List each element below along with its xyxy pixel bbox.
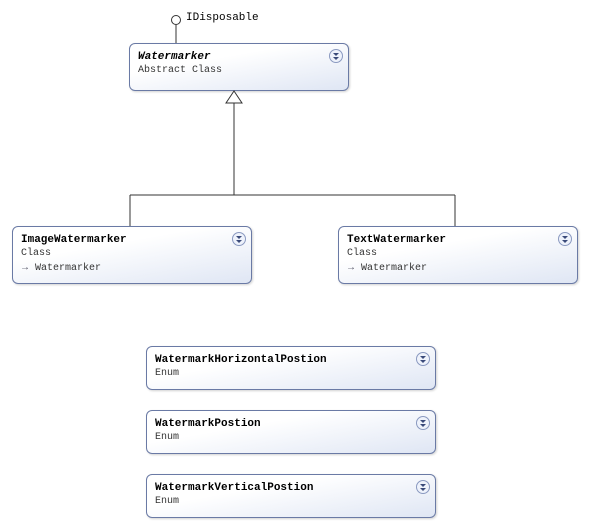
- class-stereotype: Class: [347, 247, 569, 260]
- expand-icon[interactable]: [558, 232, 572, 246]
- enum-box-vertical[interactable]: WatermarkVerticalPostion Enum: [146, 474, 436, 518]
- enum-title: WatermarkVerticalPostion: [155, 481, 427, 495]
- class-base-name: Watermarker: [361, 263, 427, 274]
- class-base: → Watermarker: [347, 262, 569, 275]
- class-box-image-watermarker[interactable]: ImageWatermarker Class → Watermarker: [12, 226, 252, 284]
- class-base: → Watermarker: [21, 262, 243, 275]
- class-box-watermarker[interactable]: Watermarker Abstract Class: [129, 43, 349, 91]
- interface-lollipop: [171, 15, 181, 25]
- enum-box-horizontal[interactable]: WatermarkHorizontalPostion Enum: [146, 346, 436, 390]
- enum-title: WatermarkHorizontalPostion: [155, 353, 427, 367]
- class-title: ImageWatermarker: [21, 233, 243, 247]
- expand-icon[interactable]: [232, 232, 246, 246]
- class-title: TextWatermarker: [347, 233, 569, 247]
- expand-icon[interactable]: [416, 352, 430, 366]
- inherit-arrow-icon: →: [21, 262, 29, 275]
- enum-box-postion[interactable]: WatermarkPostion Enum: [146, 410, 436, 454]
- inherit-arrow-icon: →: [347, 262, 355, 275]
- class-box-text-watermarker[interactable]: TextWatermarker Class → Watermarker: [338, 226, 578, 284]
- class-stereotype: Class: [21, 247, 243, 260]
- expand-icon[interactable]: [329, 49, 343, 63]
- class-title: Watermarker: [138, 50, 340, 64]
- enum-stereotype: Enum: [155, 495, 427, 508]
- class-stereotype: Abstract Class: [138, 64, 340, 77]
- class-base-name: Watermarker: [35, 263, 101, 274]
- interface-label: IDisposable: [186, 12, 259, 24]
- enum-stereotype: Enum: [155, 431, 427, 444]
- expand-icon[interactable]: [416, 416, 430, 430]
- enum-stereotype: Enum: [155, 367, 427, 380]
- expand-icon[interactable]: [416, 480, 430, 494]
- enum-title: WatermarkPostion: [155, 417, 427, 431]
